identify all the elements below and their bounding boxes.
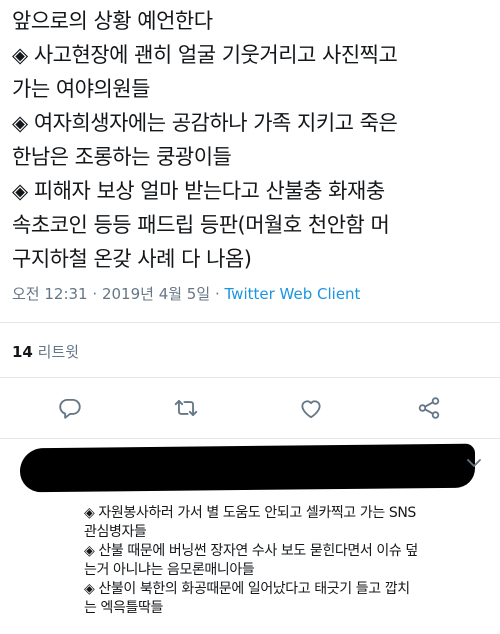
like-icon xyxy=(301,400,321,419)
redaction-block xyxy=(20,443,475,493)
tweet-line: 구지하철 온갖 사례 다 나옴) xyxy=(12,247,252,271)
retweet-button[interactable] xyxy=(170,392,202,424)
like-button[interactable] xyxy=(295,392,327,424)
tweet-line: ◈ 사고현장에 괜히 얼굴 기웃거리고 사진찍고 xyxy=(12,43,398,67)
tweet-line: ◈ 여자희생자에는 공감하나 가족 지키고 죽은 xyxy=(12,111,398,135)
reply-line: ◈ 산불이 북한의 화공때문에 일어났다고 태긋기 들고 깝치 xyxy=(84,581,410,597)
tweet-line: 앞으로의 상황 예언한다 xyxy=(12,9,213,33)
retweet-icon xyxy=(174,400,198,416)
meta-separator: · xyxy=(92,285,98,303)
divider xyxy=(0,377,500,378)
tweet-line: ◈ 피해자 보상 얼마 받는다고 산불충 화재충 xyxy=(12,179,385,203)
share-button[interactable] xyxy=(413,392,445,424)
divider xyxy=(0,438,500,439)
reply-text: ◈ 자원봉사하러 가서 별 도움도 안되고 셀카찍고 가는 SNS 관심병자들 … xyxy=(84,504,494,618)
share-icon xyxy=(418,397,440,419)
reply-line: 는 엑윽틀딱들 xyxy=(84,600,163,616)
tweet-actions xyxy=(0,392,500,424)
chevron-down-icon xyxy=(467,459,481,467)
divider xyxy=(0,322,500,323)
retweet-count: 14 xyxy=(12,343,33,361)
reply-icon xyxy=(59,398,81,419)
retweet-label: 리트윗 xyxy=(37,343,80,361)
tweet-client-link[interactable]: Twitter Web Client xyxy=(225,285,361,303)
reply-button[interactable] xyxy=(54,392,86,424)
reply-author-redacted xyxy=(20,443,475,493)
tweet-line: 한남은 조롱하는 쿵광이들 xyxy=(12,145,232,169)
retweet-stats[interactable]: 14 리트윗 xyxy=(12,341,79,362)
meta-separator: · xyxy=(214,285,220,303)
tweet-time[interactable]: 오전 12:31 xyxy=(12,285,88,303)
reply-line: ◈ 산불 때문에 버닝썬 장자연 수사 보도 묻힌다면서 이슈 덮 xyxy=(84,543,418,559)
tweet-line: 속초코인 등등 패드립 등판(머월호 천안함 머 xyxy=(12,213,390,237)
reply-menu-button[interactable] xyxy=(466,454,482,467)
tweet-date[interactable]: 2019년 4월 5일 xyxy=(102,285,210,303)
reply-line: ◈ 자원봉사하러 가서 별 도움도 안되고 셀카찍고 가는 SNS xyxy=(84,505,416,521)
tweet-text: 앞으로의 상황 예언한다 ◈ 사고현장에 괜히 얼굴 기웃거리고 사진찍고 가는… xyxy=(12,4,494,276)
reply-line: 관심병자들 xyxy=(84,524,147,540)
reply-line: 는거 아니냐는 음모론매니아들 xyxy=(84,562,255,578)
tweet-metadata: 오전 12:31 · 2019년 4월 5일 · Twitter Web Cli… xyxy=(12,283,360,304)
tweet-line: 가는 여야의원들 xyxy=(12,77,150,101)
